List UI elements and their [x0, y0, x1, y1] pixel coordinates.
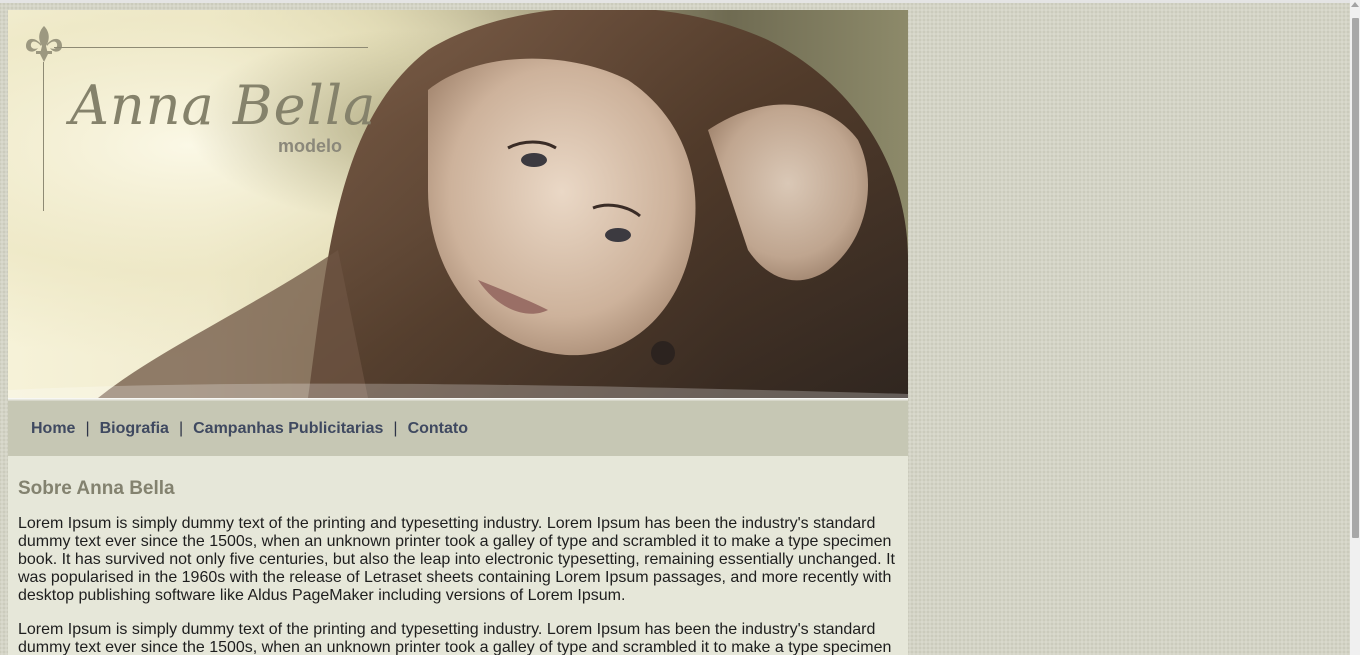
site-logo[interactable]: Anna Bella modelo [8, 10, 388, 230]
nav-separator: | [178, 419, 184, 437]
logo-horizontal-rule [54, 47, 368, 48]
content-paragraph: Lorem Ipsum is simply dummy text of the … [18, 621, 892, 655]
header-banner: Anna Bella modelo [8, 10, 908, 398]
scrollbar-thumb[interactable] [1352, 18, 1359, 538]
page-container: Anna Bella modelo Home | Biografia | Cam… [8, 10, 908, 655]
fleur-de-lis-icon [26, 26, 62, 62]
vertical-scrollbar[interactable] [1350, 0, 1360, 655]
scroll-up-arrow-icon[interactable] [1351, 2, 1359, 7]
content-paragraph: Lorem Ipsum is simply dummy text of the … [18, 515, 895, 604]
nav-item-biografia[interactable]: Biografia [100, 420, 169, 438]
nav-item-home[interactable]: Home [31, 420, 75, 438]
nav-item-contato[interactable]: Contato [408, 420, 468, 438]
nav-item-campanhas-publicitarias[interactable]: Campanhas Publicitarias [193, 420, 383, 438]
nav-separator: | [85, 419, 90, 437]
logo-vertical-rule [43, 62, 44, 211]
browser-top-strip [0, 0, 1350, 3]
section-heading: Sobre Anna Bella [18, 478, 175, 499]
main-navigation: Home | Biografia | Campanhas Publicitari… [8, 401, 908, 456]
logo-subtitle: modelo [278, 136, 343, 156]
nav-separator: | [393, 419, 398, 437]
logo-name: Anna Bella [70, 74, 377, 137]
main-content: Sobre Anna Bella Lorem Ipsum is simply d… [8, 456, 908, 655]
